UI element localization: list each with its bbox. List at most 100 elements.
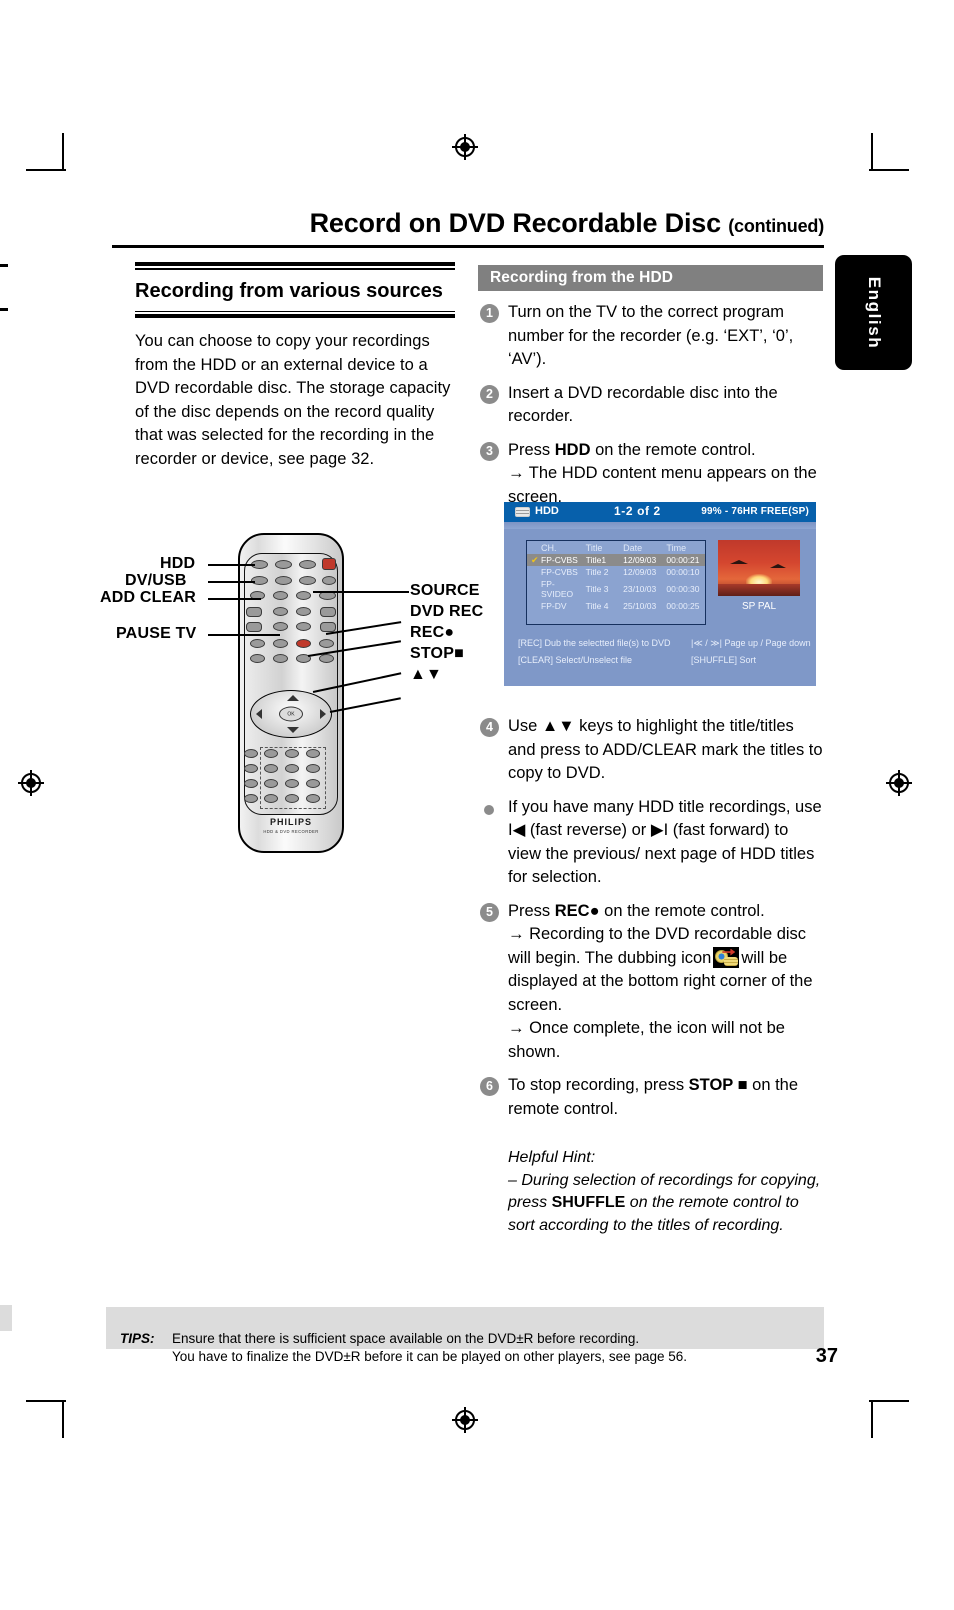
- remote-button: [244, 779, 258, 788]
- step-number: 2: [480, 384, 499, 404]
- remote-label-addclear: ADD CLEAR: [100, 589, 197, 606]
- left-column: Recording from various sources You can c…: [135, 262, 455, 471]
- step-text-post: on the remote control.: [590, 440, 756, 459]
- registration-mark-top: [452, 134, 478, 160]
- tv-table-header-row: CH. Title Date Time: [527, 541, 705, 554]
- leader-line-dvusb: [208, 581, 255, 583]
- tv-cell-title: Title 2: [585, 567, 609, 577]
- crop-mark-bl-v: [62, 1400, 64, 1438]
- crop-mark-tr-h: [869, 169, 909, 171]
- step-bullet-paging: If you have many HDD title recordings, u…: [478, 796, 823, 890]
- remote-channel-up: [320, 607, 336, 617]
- section-rule-bottom-thin: [135, 310, 455, 312]
- remote-num-8: [285, 779, 299, 788]
- tv-preview-thumbnail: [718, 540, 800, 596]
- remote-button: [264, 794, 278, 803]
- remote-button: [275, 560, 292, 569]
- hint-title: Helpful Hint:: [508, 1149, 596, 1166]
- remote-ok-button: OK: [279, 706, 303, 722]
- step-text: Insert a DVD recordable disc into the re…: [508, 383, 778, 426]
- remote-button: [244, 749, 258, 758]
- nav-up-icon: [287, 695, 299, 701]
- manual-page: Record on DVD Recordable Disc (continued…: [0, 0, 954, 1610]
- hint-body: – During selection of recordings for cop…: [508, 1170, 823, 1238]
- remote-channel-down: [320, 622, 336, 632]
- tv-cell-title: Title1: [585, 554, 624, 566]
- remote-button: [299, 560, 316, 569]
- intro-paragraph: You can choose to copy your recordings f…: [135, 332, 451, 468]
- step-text-bold: HDD: [554, 440, 591, 459]
- bird-silhouette: [770, 564, 786, 568]
- tv-cell-ch: ✔ FP-CVBS: [527, 554, 586, 566]
- crop-mark-tl-v: [62, 133, 64, 171]
- remote-label-stop-text: STOP: [410, 645, 455, 662]
- step-text-post: on the remote control.: [599, 901, 765, 920]
- remote-next-button: [319, 639, 334, 648]
- language-tab: English: [835, 255, 912, 370]
- remote-num-1: [264, 749, 278, 758]
- remote-play-button: [273, 639, 288, 648]
- stop-square-icon: ■: [454, 645, 464, 662]
- step-text-pre: Press: [508, 901, 555, 920]
- step-text: Use ▲▼ keys to highlight the title/title…: [508, 717, 823, 782]
- tv-table-row[interactable]: ✔ FP-CVBS Title1 12/09/03 00:00:21: [527, 554, 705, 566]
- remote-volume-up: [246, 607, 262, 617]
- hdd-drive-icon: [515, 507, 530, 517]
- tips-line-2: You have to finalize the DVD±R before it…: [172, 1349, 687, 1364]
- remote-power-button: [322, 558, 336, 570]
- remote-num-3: [306, 749, 320, 758]
- crop-mark-tl-h: [26, 169, 66, 171]
- tv-cell-time: 00:00:21: [666, 554, 705, 566]
- bleed-tick-1: [0, 264, 8, 267]
- leader-line-addclear: [208, 598, 261, 600]
- tv-cell-ch: FP-CVBS: [541, 567, 578, 577]
- leader-line-pausetv: [208, 634, 280, 636]
- bleed-tick-2: [0, 308, 8, 311]
- remote-label-dvusb: DV/USB: [125, 572, 187, 589]
- tv-free-space: 99% - 76HR FREE(SP): [701, 506, 809, 517]
- step-text: Press HDD on the remote control. → The H…: [508, 439, 823, 510]
- tv-cell-title: Title 4: [585, 601, 609, 611]
- tv-hint-shuffle: [SHUFFLE] Sort: [691, 655, 757, 665]
- remote-label-rec-text: REC: [410, 624, 445, 641]
- marked-checkmark-icon: ✔: [531, 555, 539, 565]
- remote-label-pausetv: PAUSE TV: [116, 625, 197, 642]
- remote-button: [244, 794, 258, 803]
- remote-num-5: [285, 764, 299, 773]
- step-text: Press REC● on the remote control. → Reco…: [508, 900, 823, 1065]
- tv-header-gradient: [504, 522, 816, 529]
- tv-cell-time: 00:00:25: [666, 601, 700, 611]
- step-text: To stop recording, press STOP ■ on the r…: [508, 1074, 823, 1121]
- header-divider: [112, 245, 824, 248]
- tv-table-row[interactable]: FP-CVBS Title 2 12/09/03 00:00:10: [527, 566, 705, 578]
- remote-num-6: [306, 764, 320, 773]
- tv-cell-time: 00:00:10: [666, 567, 700, 577]
- remote-label-dvdrec: DVD REC: [410, 603, 484, 620]
- helpful-hint: Helpful Hint: – During selection of reco…: [478, 1147, 823, 1237]
- remote-num-9: [306, 779, 320, 788]
- page-number: 37: [815, 1345, 838, 1367]
- tv-header-bar: HDD 1-2 of 2 99% - 76HR FREE(SP): [504, 502, 816, 522]
- nav-right-icon: [320, 709, 326, 719]
- step-number: 3: [480, 441, 499, 461]
- tv-col-title: Title: [585, 543, 603, 553]
- step-number: 1: [480, 304, 499, 323]
- step-2: 2 Insert a DVD recordable disc into the …: [478, 382, 823, 429]
- remote-button: [275, 576, 292, 585]
- step-1: 1 Turn on the TV to the correct program …: [478, 301, 823, 372]
- tv-page-indicator: 1-2 of 2: [614, 504, 661, 518]
- tv-hint-clear: [CLEAR] Select/Unselect file: [518, 655, 633, 665]
- section-rule-bottom-thick: [135, 314, 455, 318]
- crop-mark-tr-v: [871, 133, 873, 171]
- tv-table-row[interactable]: FP-SVIDEO Title 3 23/10/03 00:00:30: [527, 578, 705, 600]
- section-heading: Recording from various sources: [135, 279, 443, 302]
- registration-mark-bottom: [452, 1407, 478, 1433]
- remote-control-diagram: OK PHILIPS HDD & DVD RECORDER HDD DV/USB…: [100, 525, 483, 865]
- language-tab-label: English: [864, 276, 884, 349]
- nav-down-icon: [287, 727, 299, 733]
- tv-cell-date: 12/09/03: [623, 567, 657, 577]
- bleed-tick-3: [0, 1305, 12, 1331]
- tv-table-row[interactable]: FP-DV Title 4 25/10/03 00:00:25: [527, 600, 705, 612]
- dubbing-icon: [713, 946, 740, 968]
- remote-label-stop: STOP■: [410, 645, 464, 663]
